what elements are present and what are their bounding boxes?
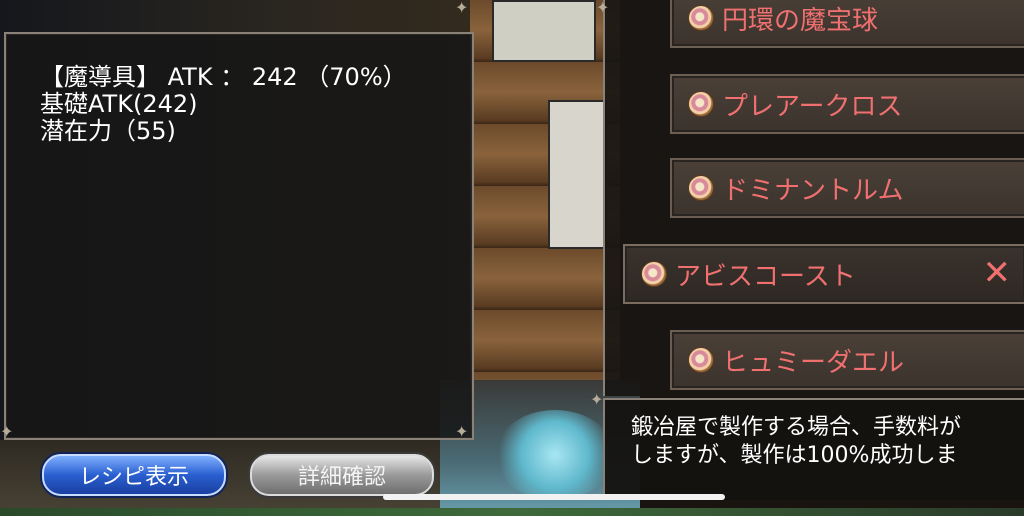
detail-button[interactable]: 詳細確認 [250,454,434,496]
list-item-selected[interactable]: アビスコースト ✕ [623,244,1024,304]
ornament-corner-icon: ✦ [0,422,14,441]
recipe-button[interactable]: レシピ表示 [42,454,226,496]
status-panel: 【魔導具】 ATK ： 242 （70%） 基礎ATK(242) 潜在力（55) [4,32,474,440]
orb-icon [688,175,714,201]
remove-icon[interactable]: ✕ [983,254,1012,292]
list-item-label: プレアークロス [722,91,903,122]
orb-icon [688,347,714,373]
background-poster [492,0,596,62]
description-line: 鍛冶屋で製作する場合、手数料が [631,415,962,440]
list-item[interactable]: ヒュミーダエル [670,330,1024,390]
description-line: しますが、製作は100%成功しま [631,443,958,468]
status-base-atk-line: 基礎ATK(242) [40,90,198,118]
list-item[interactable]: 円環の魔宝球 [670,0,1024,48]
description-text: 鍛冶屋で製作する場合、手数料が しますが、製作は100%成功しま [631,414,1024,470]
list-item-label: ドミナントルム [722,175,904,206]
status-atk-line: 【魔導具】 ATK ： 242 （70%） [40,63,407,91]
ornament-corner-icon: ✦ [596,0,610,17]
list-item[interactable]: ドミナントルム [670,158,1024,218]
list-item[interactable]: プレアークロス [670,74,1024,134]
ornament-corner-icon: ✦ [455,422,469,441]
status-potential-line: 潜在力（55) [40,117,176,145]
orb-icon [688,91,714,117]
background-poster [548,100,607,249]
list-item-label: 円環の魔宝球 [722,5,879,36]
ornament-corner-icon: ✦ [455,0,469,17]
list-item-label: ヒュミーダエル [722,347,905,378]
list-item-label: アビスコースト [675,261,856,292]
description-panel: 鍛冶屋で製作する場合、手数料が しますが、製作は100%成功しま [603,398,1024,500]
home-indicator[interactable] [383,494,725,500]
status-text: 【魔導具】 ATK ： 242 （70%） 基礎ATK(242) 潜在力（55) [40,64,407,145]
bottom-strip [0,508,1024,516]
orb-icon [641,261,667,287]
orb-icon [688,5,714,31]
background-magic-circle [495,410,615,500]
